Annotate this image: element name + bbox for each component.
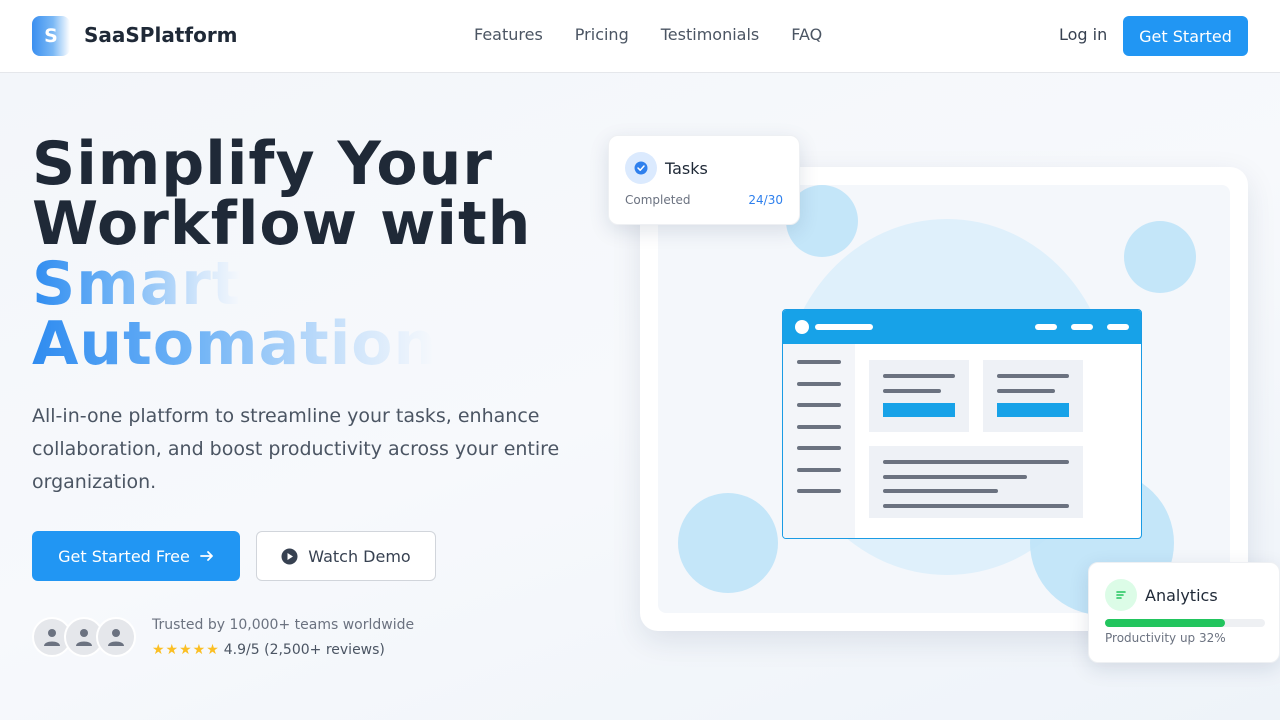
app-window-illustration xyxy=(782,309,1142,539)
window-panel xyxy=(869,446,1083,518)
nav-link-pricing[interactable]: Pricing xyxy=(575,25,629,44)
productivity-progress xyxy=(1105,619,1265,627)
window-panel xyxy=(983,360,1083,432)
hero-subtitle: All-in-one platform to streamline your t… xyxy=(32,405,560,493)
headline-line-2: Workflow with xyxy=(32,189,532,259)
hero-headline: Simplify Your Workflow with Smart Automa… xyxy=(32,134,602,374)
logo-icon[interactable]: S xyxy=(32,16,70,56)
top-navbar: S SaaSPlatform Features Pricing Testimon… xyxy=(0,0,1280,73)
nav-link-testimonials[interactable]: Testimonials xyxy=(661,25,760,44)
login-link[interactable]: Log in xyxy=(1059,25,1107,44)
user-icon xyxy=(44,629,60,646)
headline-accent-1: Smart xyxy=(32,249,242,319)
watch-demo-label: Watch Demo xyxy=(308,546,411,566)
chart-icon xyxy=(1105,579,1137,611)
analytics-title: Analytics xyxy=(1145,586,1218,605)
rating-row: ★★★★★ 4.9/5 (2,500+ reviews) xyxy=(152,642,385,658)
illustration-canvas xyxy=(658,185,1230,615)
get-started-button[interactable]: Get Started xyxy=(1123,16,1248,56)
tasks-title: Tasks xyxy=(665,159,708,178)
headline-accent-2: Automation xyxy=(32,309,438,379)
avatar xyxy=(96,617,136,657)
headline-line-1: Simplify Your xyxy=(32,129,493,199)
analytics-card: Analytics Productivity up 32% xyxy=(1088,562,1280,663)
analytics-caption: Productivity up 32% xyxy=(1105,631,1226,645)
arrow-right-icon xyxy=(199,551,213,561)
get-started-free-label: Get Started Free xyxy=(58,546,190,566)
get-started-free-button[interactable]: Get Started Free xyxy=(32,531,240,581)
nav-links: Features Pricing Testimonials FAQ xyxy=(474,25,822,44)
window-panel xyxy=(869,360,969,432)
user-icon xyxy=(108,629,124,646)
tasks-completed-label: Completed xyxy=(625,193,691,207)
productivity-progress-fill xyxy=(1105,619,1225,627)
brand-name[interactable]: SaaSPlatform xyxy=(84,23,238,47)
star-rating-icon: ★★★★★ xyxy=(152,642,220,658)
watch-demo-button[interactable]: Watch Demo xyxy=(256,531,436,581)
decorative-circle xyxy=(1124,221,1196,293)
play-icon xyxy=(281,548,298,564)
user-icon xyxy=(76,629,92,646)
rating-text: 4.9/5 (2,500+ reviews) xyxy=(223,642,385,658)
nav-link-features[interactable]: Features xyxy=(474,25,543,44)
window-sidebar xyxy=(783,344,855,538)
avatar-group xyxy=(32,617,142,657)
tasks-count: 24/30 xyxy=(748,193,783,207)
logo-letter: S xyxy=(44,25,58,47)
check-icon xyxy=(625,152,657,184)
tasks-card: Tasks Completed 24/30 xyxy=(608,135,800,225)
trust-text: Trusted by 10,000+ teams worldwide xyxy=(152,617,415,633)
nav-link-faq[interactable]: FAQ xyxy=(791,25,822,44)
decorative-circle xyxy=(678,493,778,593)
window-titlebar xyxy=(783,310,1141,344)
